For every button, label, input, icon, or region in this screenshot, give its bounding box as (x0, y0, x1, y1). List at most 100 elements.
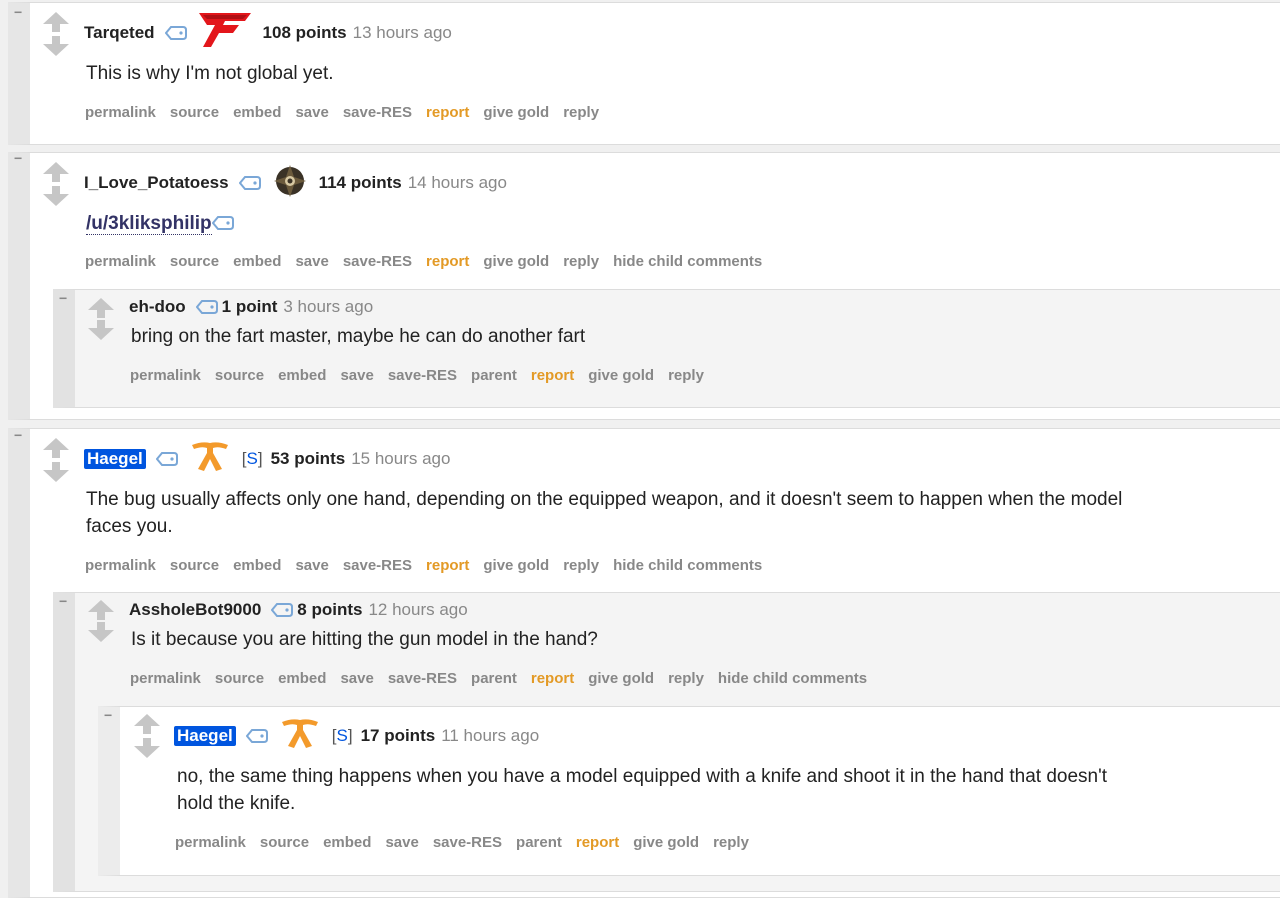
report-button[interactable]: report (576, 834, 619, 851)
author-link[interactable]: Haegel (84, 449, 146, 469)
reply-button[interactable]: reply (563, 104, 599, 121)
down-arrow-icon[interactable] (88, 622, 114, 642)
down-arrow-icon[interactable] (43, 186, 69, 206)
tag-icon[interactable] (238, 176, 261, 190)
source-button[interactable]: source (170, 104, 219, 121)
permalink-button[interactable]: permalink (85, 253, 156, 270)
user-mention-link[interactable]: /u/3kliksphilip (86, 213, 212, 235)
collapse-toggle[interactable]: − (14, 4, 22, 20)
reply-button[interactable]: reply (713, 834, 749, 851)
source-button[interactable]: source (170, 557, 219, 574)
tag-icon[interactable] (211, 216, 234, 230)
source-button[interactable]: source (215, 367, 264, 384)
score: 8 points (297, 600, 363, 619)
report-button[interactable]: report (531, 670, 574, 687)
up-arrow-icon[interactable] (88, 298, 114, 318)
permalink-button[interactable]: permalink (130, 670, 201, 687)
parent-button[interactable]: parent (516, 834, 562, 851)
give-gold-button[interactable]: give gold (588, 670, 654, 687)
vote-arrows (134, 714, 160, 758)
hide-child-comments-button[interactable]: hide child comments (613, 253, 762, 270)
collapse-toggle[interactable]: − (104, 707, 112, 723)
embed-button[interactable]: embed (233, 557, 281, 574)
reply-button[interactable]: reply (563, 557, 599, 574)
embed-button[interactable]: embed (233, 104, 281, 121)
comment-text: This is why I'm not global yet. (86, 63, 334, 84)
parent-button[interactable]: parent (471, 367, 517, 384)
save-res-button[interactable]: save-RES (343, 253, 412, 270)
tagline: Haegel [S] 53 points 15 hours ago (84, 442, 450, 475)
save-res-button[interactable]: save-RES (343, 557, 412, 574)
author-link[interactable]: eh-doo (129, 297, 186, 317)
give-gold-button[interactable]: give gold (483, 104, 549, 121)
score: 53 points (270, 449, 346, 468)
comment-actions: permalink source embed save save-RES report gi… (85, 253, 776, 270)
up-arrow-icon[interactable] (43, 438, 69, 458)
tag-icon[interactable] (245, 729, 268, 743)
give-gold-button[interactable]: give gold (633, 834, 699, 851)
save-button[interactable]: save (340, 367, 373, 384)
up-arrow-icon[interactable] (43, 162, 69, 182)
parent-button[interactable]: parent (471, 670, 517, 687)
tag-icon[interactable] (155, 452, 178, 466)
reply-button[interactable]: reply (563, 253, 599, 270)
save-res-button[interactable]: save-RES (388, 367, 457, 384)
report-button[interactable]: report (531, 367, 574, 384)
report-button[interactable]: report (426, 104, 469, 121)
embed-button[interactable]: embed (233, 253, 281, 270)
comment-body: The bug usually affects only one hand, d… (86, 486, 1276, 540)
permalink-button[interactable]: permalink (85, 557, 156, 574)
down-arrow-icon[interactable] (43, 462, 69, 482)
author-link[interactable]: Tarqeted (84, 23, 155, 43)
source-button[interactable]: source (170, 253, 219, 270)
collapse-toggle[interactable]: − (14, 427, 22, 443)
source-button[interactable]: source (260, 834, 309, 851)
give-gold-button[interactable]: give gold (588, 367, 654, 384)
embed-button[interactable]: embed (278, 367, 326, 384)
author-link[interactable]: AssholeBot9000 (129, 600, 261, 620)
up-arrow-icon[interactable] (134, 714, 160, 734)
comment-text-line-1: no, the same thing happens when you have… (177, 766, 1108, 787)
author-link[interactable]: I_Love_Potatoess (84, 173, 229, 193)
give-gold-button[interactable]: give gold (483, 253, 549, 270)
source-button[interactable]: source (215, 670, 264, 687)
embed-button[interactable]: embed (323, 834, 371, 851)
fnatic-logo-icon (281, 719, 318, 748)
give-gold-button[interactable]: give gold (483, 557, 549, 574)
tag-icon[interactable] (195, 300, 218, 314)
down-arrow-icon[interactable] (134, 738, 160, 758)
up-arrow-icon[interactable] (88, 600, 114, 620)
save-res-button[interactable]: save-RES (388, 670, 457, 687)
save-button[interactable]: save (295, 253, 328, 270)
report-button[interactable]: report (426, 253, 469, 270)
reply-button[interactable]: reply (668, 670, 704, 687)
save-res-button[interactable]: save-RES (433, 834, 502, 851)
collapse-toggle[interactable]: − (59, 593, 67, 609)
save-button[interactable]: save (340, 670, 373, 687)
save-button[interactable]: save (295, 557, 328, 574)
submitter-tag[interactable]: [S] (332, 726, 353, 746)
save-button[interactable]: save (385, 834, 418, 851)
permalink-button[interactable]: permalink (130, 367, 201, 384)
up-arrow-icon[interactable] (43, 12, 69, 32)
hide-child-comments-button[interactable]: hide child comments (718, 670, 867, 687)
embed-button[interactable]: embed (278, 670, 326, 687)
save-button[interactable]: save (295, 104, 328, 121)
score: 114 points (318, 173, 402, 192)
timestamp: 13 hours ago (352, 23, 452, 42)
down-arrow-icon[interactable] (43, 36, 69, 56)
collapse-toggle[interactable]: − (14, 150, 22, 166)
save-res-button[interactable]: save-RES (343, 104, 412, 121)
down-arrow-icon[interactable] (88, 320, 114, 340)
submitter-tag[interactable]: [S] (242, 449, 263, 469)
permalink-button[interactable]: permalink (175, 834, 246, 851)
tag-icon[interactable] (164, 26, 187, 40)
report-button[interactable]: report (426, 557, 469, 574)
author-link[interactable]: Haegel (174, 726, 236, 746)
tag-icon[interactable] (271, 603, 294, 617)
collapse-toggle[interactable]: − (59, 290, 67, 306)
vote-arrows (43, 438, 69, 482)
reply-button[interactable]: reply (668, 367, 704, 384)
permalink-button[interactable]: permalink (85, 104, 156, 121)
hide-child-comments-button[interactable]: hide child comments (613, 557, 762, 574)
